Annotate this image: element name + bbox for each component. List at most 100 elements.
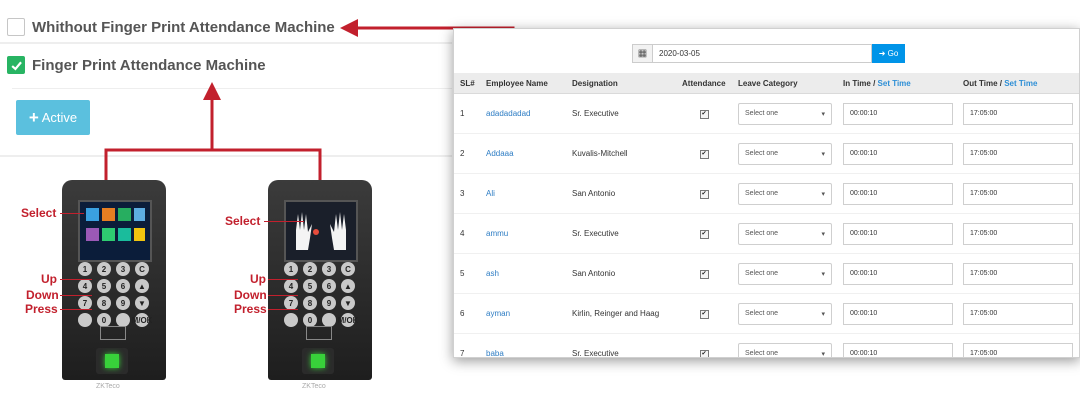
out-time-input[interactable]: 17:05:00: [963, 142, 1073, 165]
cell-employee-name[interactable]: ash: [480, 253, 566, 294]
keypad-key: ▲: [135, 279, 149, 293]
label-up-1: Up: [41, 272, 57, 286]
leave-category-select[interactable]: Select one ▾: [738, 342, 832, 358]
cell-sl: 7: [454, 333, 480, 357]
cell-attendance: ✔: [676, 93, 732, 134]
attendance-checkbox[interactable]: ✔: [699, 270, 709, 279]
option-without-fingerprint[interactable]: Whithout Finger Print Attendance Machine: [7, 18, 335, 36]
attendance-checkbox[interactable]: ✔: [699, 110, 709, 119]
go-button[interactable]: ➜ Go: [872, 44, 905, 63]
keypad-key: 2: [303, 262, 317, 276]
in-time-input[interactable]: 00:00:10: [843, 342, 953, 357]
cell-employee-name[interactable]: Ali: [480, 173, 566, 214]
col-out-time: Out Time / Set Time: [957, 73, 1079, 94]
device-brand: ZKTeco: [96, 383, 120, 390]
cell-attendance: ✔: [676, 253, 732, 294]
keypad-key: M/OK: [132, 313, 152, 327]
cell-in-time: 00:00:10: [837, 213, 957, 254]
leave-category-value: Select one: [745, 270, 779, 277]
out-time-input[interactable]: 17:05:00: [963, 262, 1073, 285]
leave-category-select[interactable]: Select one ▾: [738, 302, 832, 325]
in-time-input[interactable]: 00:00:10: [843, 102, 953, 125]
keypad-key: 8: [303, 296, 317, 310]
cell-employee-name[interactable]: adadadadad: [480, 93, 566, 134]
attendance-checkbox[interactable]: ✔: [699, 190, 709, 199]
arrow-finger-head: [203, 82, 221, 100]
caret-down-icon: ▾: [821, 350, 825, 358]
active-button-label: Active: [41, 110, 78, 125]
checkbox-fingerprint[interactable]: [7, 56, 25, 74]
in-time-input[interactable]: 00:00:10: [843, 262, 953, 285]
table-row: 3 Ali San Antonio ✔ Select one ▾ 00:00:10 17:05…: [454, 173, 1079, 214]
out-set-time-link[interactable]: Set Time: [1004, 79, 1037, 88]
in-time-input[interactable]: 00:00:10: [843, 302, 953, 325]
card-slot: [100, 326, 126, 340]
cell-designation: Kuvalis-Mitchell: [566, 133, 676, 174]
cell-attendance: ✔: [676, 213, 732, 254]
active-button[interactable]: + Active: [16, 100, 90, 135]
keypad-key: 4: [78, 279, 92, 293]
attendance-checkbox[interactable]: ✔: [699, 230, 709, 239]
col-leave-category: Leave Category: [732, 73, 837, 94]
leave-category-select[interactable]: Select one ▾: [738, 142, 832, 165]
card-slot: [306, 326, 332, 340]
calendar-icon[interactable]: ▦: [632, 44, 652, 63]
date-picker: ▦ 2020-03-05 ➜ Go: [632, 44, 905, 63]
cell-designation: San Antonio: [566, 173, 676, 214]
out-time-input[interactable]: 17:05:00: [963, 182, 1073, 205]
attendance-checkbox[interactable]: ✔: [699, 350, 709, 357]
cell-employee-name[interactable]: Addaaa: [480, 133, 566, 174]
checkbox-without-fingerprint[interactable]: [7, 18, 25, 36]
cell-sl: 6: [454, 293, 480, 334]
cell-designation: Kirlin, Reinger and Haag: [566, 293, 676, 334]
cell-in-time: 00:00:10: [837, 333, 957, 357]
cell-in-time: 00:00:10: [837, 133, 957, 174]
label-line: [60, 295, 92, 296]
arrow-without-head: [340, 19, 358, 37]
leave-category-value: Select one: [745, 350, 779, 357]
keypad-key: 0: [97, 313, 111, 327]
out-time-input[interactable]: 17:05:00: [963, 102, 1073, 125]
cell-leave-category: Select one ▾: [732, 293, 837, 334]
label-line: [268, 295, 298, 296]
leave-category-select[interactable]: Select one ▾: [738, 182, 832, 205]
attendance-table: SL# Employee Name Designation Attendance…: [454, 73, 1079, 358]
label-line: [264, 221, 304, 222]
leave-category-select[interactable]: Select one ▾: [738, 102, 832, 125]
label-line: [60, 213, 84, 214]
cell-leave-category: Select one ▾: [732, 253, 837, 294]
cell-out-time: 17:05:00: [957, 133, 1079, 174]
keypad-key: 5: [97, 279, 111, 293]
out-time-input[interactable]: 17:05:00: [963, 302, 1073, 325]
out-time-input[interactable]: 17:05:00: [963, 342, 1073, 357]
cell-sl: 2: [454, 133, 480, 174]
date-input[interactable]: 2020-03-05: [652, 44, 872, 63]
leave-category-select[interactable]: Select one ▾: [738, 262, 832, 285]
leave-category-select[interactable]: Select one ▾: [738, 222, 832, 245]
in-time-input[interactable]: 00:00:10: [843, 182, 953, 205]
cell-employee-name[interactable]: ammu: [480, 213, 566, 254]
keypad-key: ▼: [135, 296, 149, 310]
leave-category-value: Select one: [745, 230, 779, 237]
option-fingerprint[interactable]: Finger Print Attendance Machine: [7, 56, 266, 74]
keypad-key: [322, 313, 336, 327]
attendance-checkbox[interactable]: ✔: [699, 310, 709, 319]
in-set-time-link[interactable]: Set Time: [878, 79, 911, 88]
cell-leave-category: Select one ▾: [732, 333, 837, 358]
option-without-fingerprint-label: Whithout Finger Print Attendance Machine: [32, 18, 335, 36]
table-row: 6 ayman Kirlin, Reinger and Haag ✔ Select on…: [454, 293, 1079, 334]
in-time-label: In Time: [843, 78, 871, 88]
in-time-input[interactable]: 00:00:10: [843, 142, 953, 165]
keypad-key: 6: [116, 279, 130, 293]
out-time-input[interactable]: 17:05:00: [963, 222, 1073, 245]
cell-sl: 3: [454, 173, 480, 214]
device-menu-screen: [78, 200, 152, 262]
cell-attendance: ✔: [676, 333, 732, 357]
cell-employee-name[interactable]: baba: [480, 333, 566, 357]
cell-in-time: 00:00:10: [837, 173, 957, 214]
cell-leave-category: Select one ▾: [732, 133, 837, 174]
caret-down-icon: ▾: [821, 310, 825, 318]
cell-employee-name[interactable]: ayman: [480, 293, 566, 334]
attendance-checkbox[interactable]: ✔: [699, 150, 709, 159]
in-time-input[interactable]: 00:00:10: [843, 222, 953, 245]
